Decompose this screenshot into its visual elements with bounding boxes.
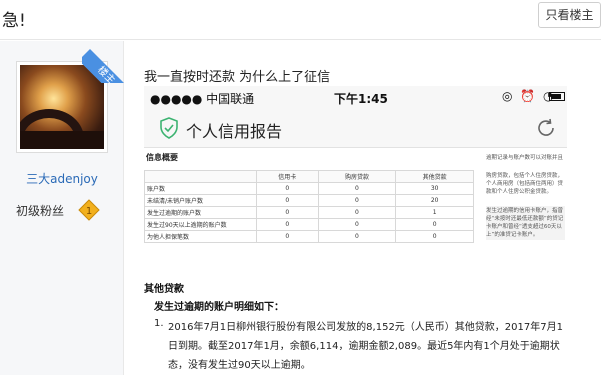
author-username[interactable]: 三大adenjoy xyxy=(0,170,124,187)
row-label: 为他人担保笔数 xyxy=(144,230,257,243)
phone-status-bar: ●●●●● 中国联通 下午1:45 ◎ ⏰ ◔ xyxy=(144,86,567,110)
level-badge-icon: 1 xyxy=(78,199,100,221)
table-header: 购房贷款 xyxy=(317,170,397,183)
other-loans-title: 其他贷款 xyxy=(144,284,184,295)
table-row: 发生过逾期的账户数 0 0 1 xyxy=(144,206,474,219)
summary-table: 信用卡 购房贷款 其他贷款 账户数 0 0 30 未结清/未销户账户数 0 0 … xyxy=(144,170,474,243)
cell: 0 xyxy=(317,194,397,207)
author-level: 初级粉丝 1 xyxy=(14,199,106,221)
status-icons: ◎ ⏰ ◔ xyxy=(502,89,556,103)
op-tag: 楼主 xyxy=(82,49,124,83)
author-panel: 三大adenjoy 初级粉丝 1 xyxy=(0,41,124,375)
cell: 0 xyxy=(317,182,397,195)
table-header xyxy=(144,170,257,183)
cell: 30 xyxy=(395,182,474,195)
thread-title: 急! xyxy=(2,11,26,31)
note-text: 逾期记录与账户数可以对账并且 xyxy=(486,155,564,161)
table-row: 为他人担保笔数 0 0 0 xyxy=(144,230,474,243)
shield-check-icon xyxy=(160,117,178,139)
note-text: 购房贷款，包括个人住房贷款，个人商用房（包括商住两用）贷款和个人住房公积金贷款。 xyxy=(486,173,564,195)
row-label: 发生过90天以上逾期的账户数 xyxy=(144,218,257,231)
cell: 0 xyxy=(256,194,319,207)
row-label: 发生过逾期的账户数 xyxy=(144,206,257,219)
row-label: 未结清/未销户账户数 xyxy=(144,194,257,207)
table-row: 发生过90天以上逾期的账户数 0 0 0 xyxy=(144,218,474,231)
cell: 0 xyxy=(395,230,474,243)
cell: 0 xyxy=(256,218,319,231)
level-badge-number: 1 xyxy=(86,206,92,217)
cell: 0 xyxy=(317,218,397,231)
carrier-label: ●●●●● 中国联通 xyxy=(150,92,255,106)
cell: 0 xyxy=(317,230,397,243)
cell: 0 xyxy=(256,206,319,219)
battery-icon xyxy=(549,92,565,101)
thread-header: 急! 只看楼主 xyxy=(0,0,601,40)
cell: 0 xyxy=(395,218,474,231)
table-header: 信用卡 xyxy=(256,170,319,183)
overdue-accounts-title: 发生过逾期的账户明细如下： xyxy=(154,302,284,313)
table-header: 其他贷款 xyxy=(395,170,474,183)
credit-report-document: 信息概要 信用卡 购房贷款 其他贷款 账户数 0 0 30 未结清/未销户账户数… xyxy=(144,148,567,375)
only-op-button[interactable]: 只看楼主 xyxy=(538,2,601,28)
row-label: 账户数 xyxy=(144,182,257,195)
attached-screenshot[interactable]: ●●●●● 中国联通 下午1:45 ◎ ⏰ ◔ 个人信用报告 信息概要 信用卡 … xyxy=(144,86,567,375)
cell: 0 xyxy=(256,230,319,243)
table-row: 账户数 0 0 30 xyxy=(144,182,474,195)
refresh-icon xyxy=(538,118,554,136)
summary-title: 信息概要 xyxy=(146,153,178,162)
post-text: 我一直按时还款 为什么上了征信 xyxy=(144,70,331,85)
list-item-text: 2016年7月1日柳州银行股份有限公司发放的8,152元（人民币）其他贷款，20… xyxy=(168,322,563,371)
app-bar: 个人信用报告 xyxy=(144,110,567,148)
cell: 1 xyxy=(395,206,474,219)
clock-label: 下午1:45 xyxy=(334,92,388,106)
cell: 20 xyxy=(395,194,474,207)
note-text: 发生过逾期的信用卡账户，指曾经“未按时还最低还款额”的贷记卡账户和曾经“透支超过… xyxy=(486,206,565,240)
app-title: 个人信用报告 xyxy=(186,122,283,141)
side-notes: 逾期记录与账户数可以对账并且 购房贷款，包括个人住房贷款，个人商用房（包括商住两… xyxy=(486,154,565,250)
level-label: 初级粉丝 xyxy=(16,204,65,218)
list-item-number: 1. xyxy=(154,318,164,329)
op-corner-tag: 楼主 xyxy=(82,41,124,83)
dashboard-shape xyxy=(20,131,104,149)
cell: 0 xyxy=(317,206,397,219)
cell: 0 xyxy=(256,182,319,195)
table-header-row: 信用卡 购房贷款 其他贷款 xyxy=(144,170,474,183)
table-row: 未结清/未销户账户数 0 0 20 xyxy=(144,194,474,207)
